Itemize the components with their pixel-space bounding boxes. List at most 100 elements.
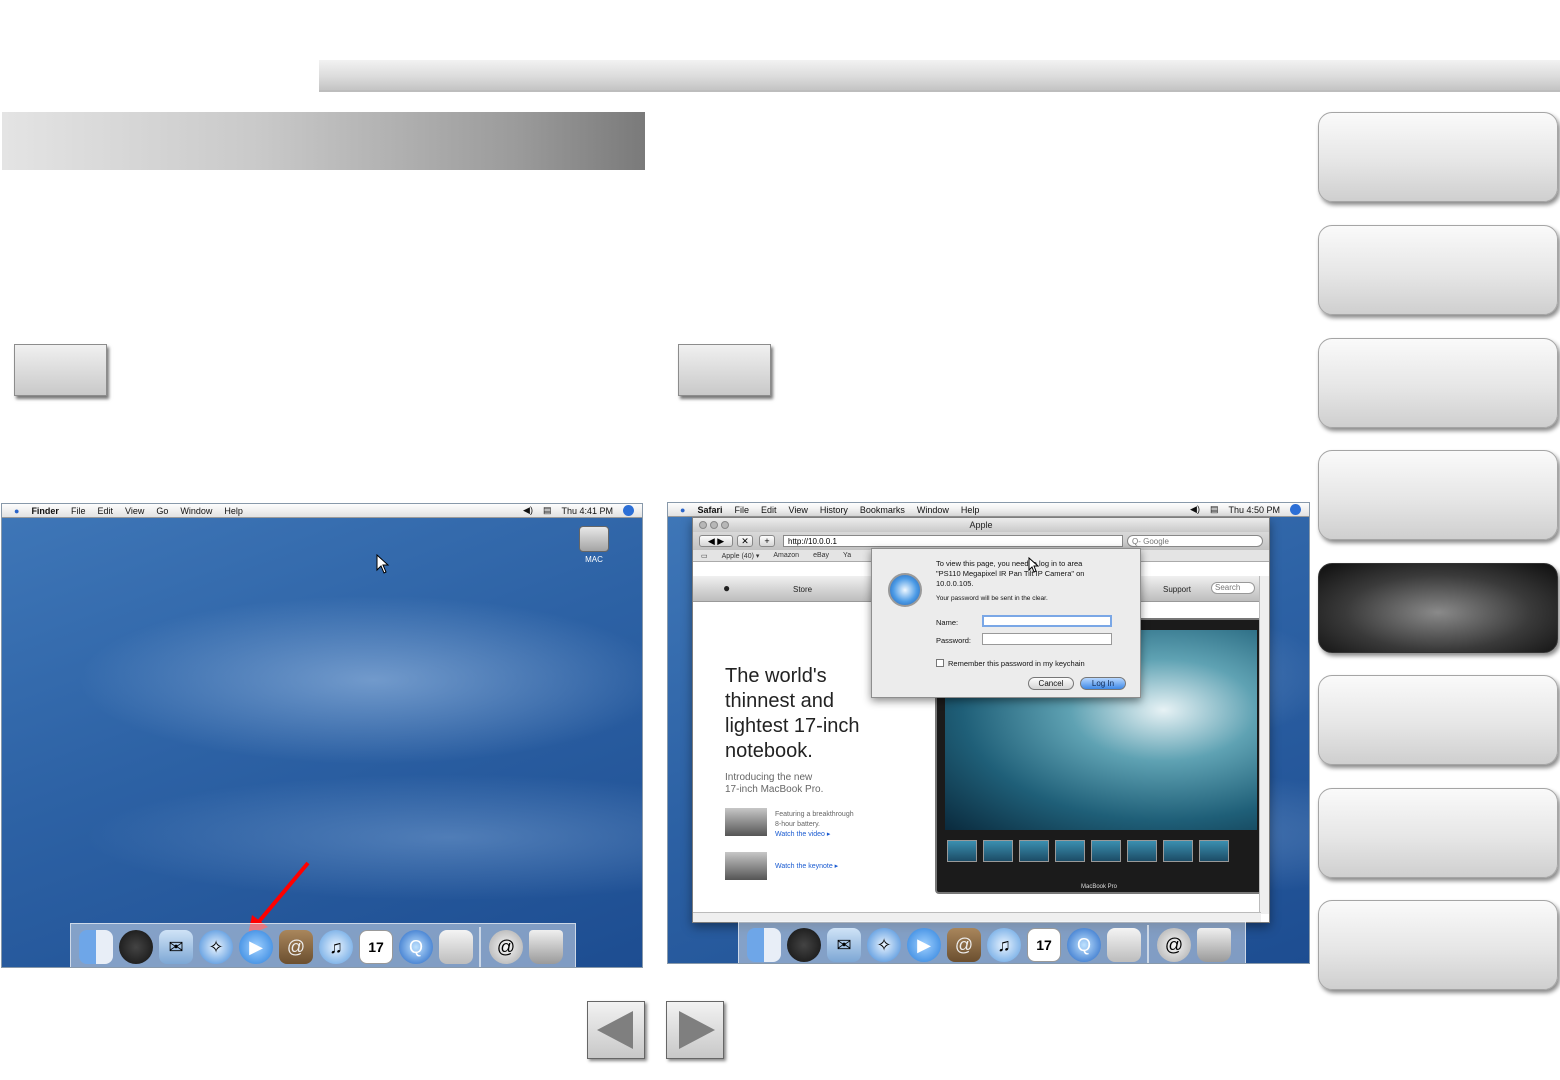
feature-line: 8-hour battery. (775, 821, 821, 828)
mouse-pointer-icon (1028, 557, 1040, 573)
apple-menu-icon[interactable]: ● (680, 505, 685, 515)
previous-page-button[interactable] (587, 1001, 645, 1059)
quicktime-icon[interactable]: Q (399, 930, 433, 964)
side-nav-button-1[interactable] (1318, 112, 1558, 202)
side-nav-button-3[interactable] (1318, 338, 1558, 428)
password-field[interactable] (982, 633, 1112, 645)
remember-label: Remember this password in my keychain (948, 659, 1085, 668)
safari-compass-icon (888, 573, 922, 607)
menu-window[interactable]: Window (180, 506, 212, 516)
address-field[interactable]: http://10.0.0.1 (783, 535, 1123, 547)
preview-icon[interactable] (439, 930, 473, 964)
ichat-icon[interactable]: ▶ (907, 928, 941, 962)
flag-icon[interactable]: ▤ (1210, 504, 1219, 515)
safari-icon[interactable]: ✧ (199, 930, 233, 964)
spotlight-icon[interactable] (1290, 504, 1301, 515)
mail-icon[interactable]: ✉ (159, 930, 193, 964)
menu-help[interactable]: Help (961, 505, 980, 515)
name-field[interactable] (982, 615, 1112, 627)
trash-icon[interactable] (1197, 928, 1231, 962)
keynote-thumbnail[interactable] (725, 852, 767, 880)
finder-icon[interactable] (747, 928, 781, 962)
quicktime-icon[interactable]: Q (1067, 928, 1101, 962)
minimize-icon[interactable] (710, 521, 718, 529)
log-in-button[interactable]: Log In (1080, 677, 1126, 690)
back-forward-button[interactable]: ◀ ▶ (699, 535, 733, 547)
flag-icon[interactable]: ▤ (543, 505, 552, 516)
filmstrip-thumb (1091, 840, 1121, 862)
section-title-bar (2, 112, 645, 170)
safari-icon[interactable]: ✧ (867, 928, 901, 962)
site-search-field[interactable]: Search (1211, 582, 1255, 594)
side-nav-button-6[interactable] (1318, 675, 1558, 765)
bookmark-amazon[interactable]: Amazon (773, 552, 799, 559)
battery-video-thumbnail[interactable] (725, 808, 767, 836)
menu-view[interactable]: View (788, 505, 807, 515)
ical-icon[interactable]: 17 (1027, 928, 1061, 962)
apple-logo-icon[interactable]: ● (723, 581, 730, 595)
menu-help[interactable]: Help (224, 506, 243, 516)
volume-icon[interactable]: ◀) (1190, 504, 1200, 515)
bookmark-apple[interactable]: Apple (40) ▾ (722, 552, 760, 560)
side-nav-button-2[interactable] (1318, 225, 1558, 315)
downloads-icon[interactable]: @ (1157, 928, 1191, 962)
side-nav-button-4[interactable] (1318, 450, 1558, 540)
menu-finder[interactable]: Finder (31, 506, 59, 516)
mouse-pointer-icon (376, 554, 390, 574)
filmstrip-thumb (1055, 840, 1085, 862)
itunes-icon[interactable]: ♫ (987, 928, 1021, 962)
volume-icon[interactable]: ◀) (523, 505, 533, 516)
menu-window[interactable]: Window (917, 505, 949, 515)
menu-edit[interactable]: Edit (761, 505, 777, 515)
add-bookmark-button[interactable]: + (759, 535, 775, 547)
nav-support[interactable]: Support (1163, 585, 1191, 594)
side-nav-button-5-active[interactable] (1318, 563, 1558, 653)
finder-menubar: ● Finder File Edit View Go Window Help ◀… (2, 504, 642, 518)
menu-bookmarks[interactable]: Bookmarks (860, 505, 905, 515)
zoom-icon[interactable] (721, 521, 729, 529)
menu-safari[interactable]: Safari (697, 505, 722, 515)
nav-store[interactable]: Store (793, 585, 812, 594)
step-1-button[interactable] (14, 344, 107, 396)
ichat-icon[interactable]: ▶ (239, 930, 273, 964)
menu-clock[interactable]: Thu 4:41 PM (561, 506, 613, 516)
side-nav-button-8[interactable] (1318, 900, 1558, 990)
mail-icon[interactable]: ✉ (827, 928, 861, 962)
headline-line: notebook. (725, 740, 813, 762)
menu-clock[interactable]: Thu 4:50 PM (1228, 505, 1280, 515)
cancel-button[interactable]: Cancel (1028, 677, 1074, 690)
vertical-scrollbar[interactable] (1259, 576, 1269, 914)
remember-checkbox[interactable] (936, 659, 944, 667)
dashboard-icon[interactable] (119, 930, 153, 964)
menu-go[interactable]: Go (156, 506, 168, 516)
stop-button[interactable]: ✕ (737, 535, 753, 547)
trash-icon[interactable] (529, 930, 563, 964)
downloads-icon[interactable]: @ (489, 930, 523, 964)
itunes-icon[interactable]: ♫ (319, 930, 353, 964)
menu-edit[interactable]: Edit (97, 506, 113, 516)
bookmarks-book-icon[interactable]: ▭ (701, 552, 708, 560)
next-page-button[interactable] (666, 1001, 724, 1059)
finder-icon[interactable] (79, 930, 113, 964)
bookmark-ebay[interactable]: eBay (813, 552, 829, 559)
apple-menu-icon[interactable]: ● (14, 506, 19, 516)
spotlight-icon[interactable] (623, 505, 634, 516)
ical-icon[interactable]: 17 (359, 930, 393, 964)
dashboard-icon[interactable] (787, 928, 821, 962)
step-2-button[interactable] (678, 344, 771, 396)
watch-video-link[interactable]: Watch the video ▸ (775, 830, 854, 840)
google-search-field[interactable]: Q- Google (1127, 535, 1263, 547)
bookmark-yahoo[interactable]: Ya (843, 552, 851, 559)
menu-view[interactable]: View (125, 506, 144, 516)
address-book-icon[interactable]: @ (279, 930, 313, 964)
filmstrip (947, 840, 1257, 866)
preview-icon[interactable] (1107, 928, 1141, 962)
close-icon[interactable] (699, 521, 707, 529)
watch-keynote-link[interactable]: Watch the keynote ▸ (775, 862, 838, 872)
address-book-icon[interactable]: @ (947, 928, 981, 962)
menu-file[interactable]: File (71, 506, 86, 516)
side-nav-button-7[interactable] (1318, 788, 1558, 878)
menu-file[interactable]: File (734, 505, 749, 515)
menu-history[interactable]: History (820, 505, 848, 515)
hard-drive-icon[interactable] (579, 526, 609, 552)
